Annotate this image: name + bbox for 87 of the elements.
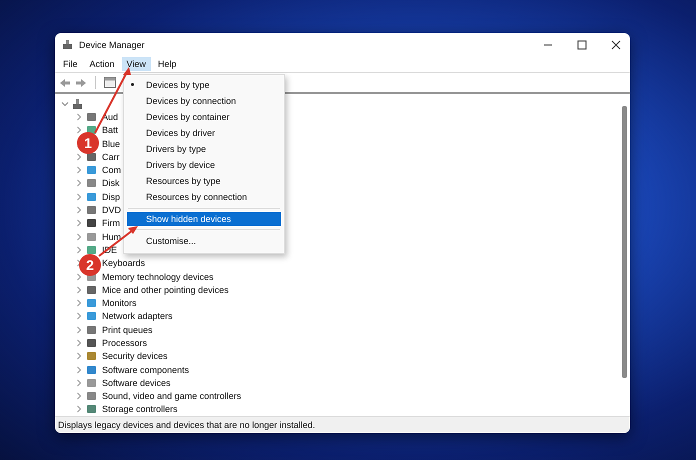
device-icon: [86, 284, 97, 295]
device-icon: [86, 298, 97, 308]
menu-item[interactable]: Customise...: [127, 233, 281, 249]
tree-item[interactable]: DVD: [102, 205, 122, 216]
device-icon: [86, 152, 97, 162]
menu-item[interactable]: Devices by driver: [127, 125, 281, 141]
tree-item[interactable]: Monitors: [102, 298, 137, 308]
menu-item[interactable]: Devices by connection: [127, 93, 281, 109]
tree-item[interactable]: Software devices: [102, 378, 171, 388]
tree-item[interactable]: Com: [102, 165, 122, 176]
expand-chevron-icon[interactable]: [75, 206, 83, 214]
tree-item[interactable]: Sound, video and game controllers: [102, 391, 242, 402]
collapse-chevron-icon[interactable]: [61, 100, 69, 108]
expand-chevron-icon[interactable]: [75, 286, 83, 294]
expand-chevron-icon[interactable]: [75, 312, 83, 320]
tree-item[interactable]: Batt: [102, 125, 118, 136]
tree-item[interactable]: Disk: [102, 178, 120, 188]
status-bar-text: Displays legacy devices and devices that are no longer installed.: [55, 416, 630, 433]
device-icon: [86, 338, 97, 348]
tree-item[interactable]: Storage controllers: [102, 404, 178, 414]
forward-arrow-icon[interactable]: [75, 78, 87, 88]
tree-item[interactable]: Security devices: [102, 351, 168, 362]
tree-item[interactable]: Blue: [102, 138, 120, 149]
device-icon: [86, 205, 97, 216]
expand-chevron-icon[interactable]: [75, 326, 83, 334]
scrollbar-thumb[interactable]: [622, 106, 627, 378]
device-manager-icon: [62, 39, 73, 50]
expand-chevron-icon[interactable]: [75, 126, 83, 134]
expand-chevron-icon[interactable]: [75, 352, 83, 360]
tree-item[interactable]: Network adapters: [102, 311, 173, 322]
callout-arrow: [94, 67, 131, 134]
menu-item[interactable]: Drivers by type: [127, 141, 281, 157]
expand-chevron-icon[interactable]: [75, 192, 83, 201]
menu-item[interactable]: Resources by connection: [127, 189, 281, 205]
expand-chevron-icon[interactable]: [75, 219, 83, 228]
menu-item[interactable]: Show hidden devices: [127, 212, 281, 226]
back-arrow-icon[interactable]: [59, 78, 71, 88]
expand-chevron-icon[interactable]: [75, 152, 83, 161]
device-icon: [86, 364, 97, 375]
tree-item[interactable]: Hum: [102, 232, 122, 242]
expand-chevron-icon[interactable]: [75, 378, 83, 387]
expand-chevron-icon[interactable]: [75, 232, 83, 241]
menu-item[interactable]: File: [58, 57, 83, 71]
tree-item[interactable]: Processors: [102, 338, 148, 348]
tree-item[interactable]: Mice and other pointing devices: [102, 284, 229, 295]
tree-item[interactable]: Disp: [102, 192, 120, 202]
expand-chevron-icon[interactable]: [75, 166, 83, 174]
device-icon: [86, 232, 97, 242]
expand-chevron-icon[interactable]: [75, 112, 83, 121]
menu-item[interactable]: Devices by container: [127, 109, 281, 125]
device-icon: [86, 178, 97, 188]
tree-item[interactable]: Software components: [102, 364, 190, 375]
menu-item[interactable]: Help: [152, 57, 182, 71]
properties-icon[interactable]: [104, 77, 116, 88]
device-icon: [86, 218, 97, 228]
expand-chevron-icon[interactable]: [75, 272, 83, 280]
expand-chevron-icon[interactable]: [75, 392, 83, 400]
expand-chevron-icon[interactable]: [75, 405, 83, 414]
device-icon: [86, 125, 97, 136]
device-icon: [86, 165, 97, 176]
tree-item[interactable]: Keyboards: [102, 258, 146, 268]
device-icon: [86, 324, 97, 335]
window-title: Device Manager: [79, 40, 146, 50]
menu-item[interactable]: Drivers by device: [127, 157, 281, 173]
tree-item[interactable]: Carr: [102, 152, 120, 162]
device-icon: [86, 311, 97, 322]
callout-arrow: [98, 226, 138, 257]
expand-chevron-icon[interactable]: [75, 246, 83, 254]
device-icon: [86, 192, 97, 202]
device-icon: [86, 112, 97, 122]
expand-chevron-icon[interactable]: [75, 299, 83, 308]
menu-item[interactable]: View: [122, 57, 151, 71]
device-icon: [86, 404, 97, 414]
device-icon: [86, 378, 97, 388]
expand-chevron-icon[interactable]: [75, 366, 83, 374]
expand-chevron-icon[interactable]: [75, 338, 83, 347]
device-icon: [86, 351, 97, 362]
computer-icon: [72, 98, 83, 109]
menu-item[interactable]: Action: [84, 57, 120, 71]
device-icon: [86, 244, 97, 255]
menu-item[interactable]: Resources by type: [127, 173, 281, 189]
device-icon: [86, 391, 97, 402]
tree-item[interactable]: Memory technology devices: [102, 272, 214, 282]
tree-item[interactable]: Firm: [102, 218, 120, 228]
menu-item[interactable]: Devices by type: [127, 77, 281, 93]
tree-item[interactable]: Print queues: [102, 324, 153, 335]
expand-chevron-icon[interactable]: [75, 179, 83, 188]
